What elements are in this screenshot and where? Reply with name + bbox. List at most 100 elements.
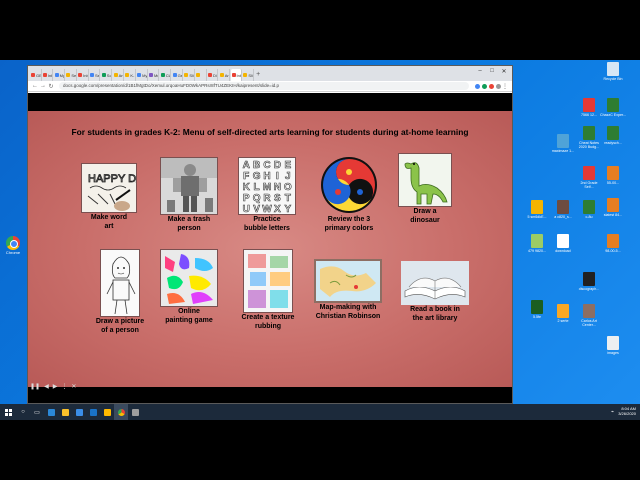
pause-icon[interactable]: ❚❚ [30,383,40,390]
browser-tab[interactable]: Sea [89,69,101,81]
file-explorer-icon[interactable] [58,404,72,420]
menu-item-painting-game[interactable]: Online painting game [156,249,222,325]
file-icon [583,98,595,112]
menu-item-texture-rubbing[interactable]: Create a texture rubbing [232,249,304,331]
maximize-button[interactable]: □ [486,68,498,75]
browser-tab[interactable]: Inb [42,69,54,81]
chrome-desktop-label: Chrome [5,250,21,255]
browser-tab[interactable]: GE [30,69,42,81]
browser-tab[interactable]: Inb [230,69,243,81]
desktop-shortcut[interactable]: 2nd Grade Self... [576,166,602,189]
file-icon [531,234,543,248]
desktop-shortcut[interactable]: 2 serte [550,304,576,323]
search-icon[interactable]: ○ [16,404,30,420]
task-view-icon[interactable]: ▭ [30,404,44,420]
desktop-shortcut[interactable]: c-8u [576,200,602,219]
desktop-shortcut[interactable]: 55-00... [600,166,626,185]
previous-slide-icon[interactable]: ◀ [44,383,49,390]
letterbox-bottom [0,420,640,480]
menu-item-dinosaur[interactable]: Draw a dinosaur [394,153,456,225]
menu-item-art-library[interactable]: Read a book in the art library [398,261,472,323]
network-icon[interactable]: ⌁ [611,409,614,415]
extension-icon[interactable] [489,83,494,89]
exit-icon[interactable]: ✕ [71,383,76,390]
browser-tab[interactable]: Ge [172,69,184,81]
desktop-shortcut[interactable]: Carlos Art Center... [576,304,602,327]
file-icon [557,304,569,318]
desktop-shortcut[interactable]: slatest 84... [600,198,626,217]
close-window-button[interactable]: ✕ [498,68,510,75]
address-toolbar: ← → ↻ docs.google.com/presentation/d/1B1… [28,81,512,92]
extension-icon[interactable] [482,83,487,89]
back-icon[interactable]: ← [31,83,39,89]
desktop-shortcut[interactable]: Recycle Bin [600,62,626,81]
desktop-shortcut[interactable]: images [600,336,626,355]
menu-item-word-art[interactable]: HAPPY DAY Make word art [76,163,142,231]
browser-tab[interactable]: Art [219,69,231,81]
desktop-shortcut[interactable]: 5 sm6dkE... [524,200,550,219]
browser-tab[interactable]: Self [65,69,77,81]
bubble-letter: P [242,193,250,205]
caption-line-2: art [104,223,114,230]
browser-tab[interactable]: Sch [101,69,113,81]
folder-icon[interactable] [100,404,114,420]
chrome-taskbar-icon[interactable] [114,404,128,420]
browser-tab[interactable]: My [136,69,148,81]
menu-item-map-making[interactable]: Map-making with Christian Robinson [308,259,388,321]
tab-favicon-icon [78,73,83,77]
browser-tab[interactable]: Inb [77,69,89,81]
menu-icon[interactable]: ⋮ [501,83,509,90]
browser-tab[interactable]: Sli [242,69,254,81]
tab-favicon-icon [42,73,47,77]
chrome-desktop-shortcut[interactable]: Chrome [4,236,22,255]
desktop-shortcut[interactable]: readysch... [600,126,626,145]
desktop-shortcut[interactable]: 5.5fe [524,300,550,319]
menu-item-trash-person[interactable]: Make a trash person [154,157,224,233]
desktop-shortcut-label: 2 serte [557,319,569,323]
desktop-shortcut[interactable]: ChazzC Exper... [600,98,626,117]
next-slide-icon[interactable]: ▶ [53,383,58,390]
browser-tab[interactable]: Me [148,69,160,81]
desktop-shortcut[interactable]: 7566 12... [576,98,602,117]
tab-label: Inb [236,72,243,78]
desktop-shortcut[interactable]: maximaze 1... [550,134,576,153]
file-icon [607,166,619,180]
bubble-letter: T [284,193,291,205]
tab-favicon-icon [219,73,224,77]
desktop-shortcut[interactable]: download [550,234,576,253]
menu-item-primary-colors[interactable]: Review the 3 primary colors [314,155,384,233]
texture-rubbing-image [243,249,293,313]
desktop-shortcut[interactable]: discograph... [576,272,602,291]
menu-item-draw-person[interactable]: Draw a picture of a person [84,249,156,335]
tab-label: Self [71,72,77,78]
app-icon[interactable] [128,404,142,420]
address-bar[interactable]: docs.google.com/presentation/d/1B1fMgtDo… [59,82,469,90]
browser-tab[interactable] [195,69,207,81]
browser-tab[interactable]: Sli [183,69,195,81]
slide-title: For students in grades K-2: Menu of self… [71,127,469,137]
mail-icon[interactable] [86,404,100,420]
menu-item-bubble-letters[interactable]: ABCDE FGHIJ KLMNO PQRST UVWXY Practice bubbl… [230,157,304,233]
edge-icon[interactable] [44,404,58,420]
desktop-shortcut[interactable]: Cheat Notes 2020 Budg... [576,126,602,149]
start-button[interactable] [0,404,16,420]
browser-tab[interactable]: K- [124,69,136,81]
browser-tab[interactable]: Dir [207,69,219,81]
reload-icon[interactable]: ↻ [47,83,55,90]
desktop-shortcut[interactable]: a c820_s... [550,200,576,219]
new-tab-button[interactable]: + [254,69,262,81]
forward-icon[interactable]: → [39,83,47,89]
file-icon [583,126,595,140]
file-icon [531,200,543,214]
word-art-image: HAPPY DAY [81,163,137,213]
more-options-icon[interactable]: ⋮ [61,383,67,390]
store-icon[interactable] [72,404,86,420]
minimize-button[interactable]: – [474,68,486,75]
browser-tab[interactable]: Art [113,69,125,81]
clock[interactable]: 8:04 AM 3/26/2020 [618,406,636,416]
browser-tab[interactable]: My [54,69,66,81]
desktop-shortcut[interactable]: 98-00-5... [600,234,626,253]
browser-tab[interactable]: Cla [160,69,172,81]
desktop-shortcut[interactable]: 479 9820... [524,234,550,253]
extension-icon[interactable] [475,83,480,89]
